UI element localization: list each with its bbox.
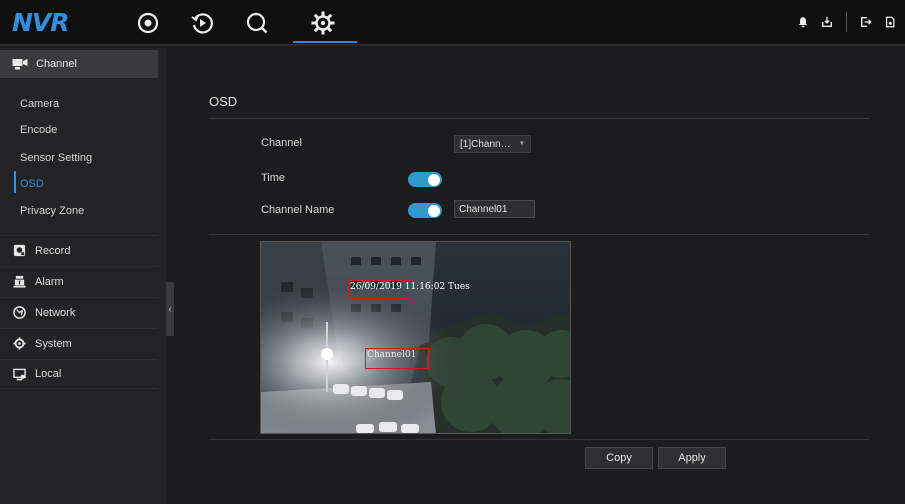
sidebar-item-osd[interactable]: OSD bbox=[20, 178, 44, 190]
channel-select[interactable]: [1]Chann… ▼ bbox=[454, 135, 531, 153]
sidebar: Channel Camera Encode Sensor Setting OSD… bbox=[0, 48, 166, 504]
system-gear-icon bbox=[12, 337, 26, 351]
active-tab-indicator bbox=[293, 41, 357, 43]
download-icon[interactable] bbox=[818, 10, 836, 34]
channel-name-toggle[interactable] bbox=[408, 203, 442, 218]
toolbar-divider bbox=[846, 12, 847, 32]
toolbar-right bbox=[794, 10, 899, 34]
sidebar-item-local[interactable]: Local bbox=[0, 359, 158, 389]
copy-button[interactable]: Copy bbox=[585, 447, 653, 469]
alarm-icon bbox=[12, 275, 26, 289]
sidebar-item-alarm[interactable]: Alarm bbox=[0, 266, 158, 296]
lock-screen-icon[interactable] bbox=[881, 10, 899, 34]
sidebar-item-camera[interactable]: Camera bbox=[20, 98, 59, 110]
sidebar-section-channel[interactable]: Channel bbox=[0, 50, 158, 78]
camera-channel-icon bbox=[12, 59, 28, 70]
main-panel: OSD Channel [1]Chann… ▼ Time Channel Nam… bbox=[174, 48, 905, 504]
menu-label: Network bbox=[35, 306, 76, 319]
toggle-knob bbox=[428, 204, 440, 217]
sidebar-item-record[interactable]: Record bbox=[0, 235, 158, 265]
section-divider bbox=[209, 234, 869, 235]
channel-select-value: [1]Chann… bbox=[460, 138, 511, 150]
night-scene-picture bbox=[261, 242, 570, 433]
record-icon bbox=[12, 244, 26, 258]
playback-icon[interactable] bbox=[185, 7, 219, 39]
apply-button[interactable]: Apply bbox=[658, 447, 726, 469]
top-bar: NVR bbox=[0, 0, 905, 46]
sidebar-item-privacy-zone[interactable]: Privacy Zone bbox=[20, 205, 84, 217]
search-icon[interactable] bbox=[240, 7, 274, 39]
sidebar-collapse-button[interactable]: ‹ bbox=[166, 282, 174, 336]
chevron-left-icon: ‹ bbox=[168, 303, 172, 315]
time-label: Time bbox=[261, 172, 286, 184]
settings-icon[interactable] bbox=[306, 7, 340, 39]
sidebar-item-sensor-setting[interactable]: Sensor Setting bbox=[20, 152, 92, 164]
menu-label: Local bbox=[35, 368, 62, 380]
network-icon bbox=[12, 306, 26, 320]
section-divider bbox=[209, 439, 869, 440]
title-divider bbox=[209, 118, 869, 119]
menu-label: Record bbox=[35, 244, 71, 257]
logout-icon[interactable] bbox=[857, 10, 875, 34]
channel-label: Channel bbox=[261, 137, 302, 149]
toggle-knob bbox=[428, 173, 440, 186]
page-title: OSD bbox=[209, 94, 238, 109]
live-view-icon[interactable] bbox=[131, 7, 165, 39]
sidebar-item-network[interactable]: Network bbox=[0, 297, 158, 327]
channel-name-label: Channel Name bbox=[261, 204, 335, 216]
channel-name-input[interactable]: Channel01 bbox=[454, 200, 535, 218]
osd-time-text: 26/09/2019 11:16:02 Tues bbox=[350, 282, 470, 292]
time-toggle[interactable] bbox=[408, 172, 442, 187]
dropdown-caret-icon: ▼ bbox=[519, 141, 525, 147]
sidebar-item-encode[interactable]: Encode bbox=[20, 124, 57, 136]
osd-preview-image[interactable]: 26/09/2019 11:16:02 Tues Channel01 bbox=[260, 241, 571, 434]
alarm-bell-icon[interactable] bbox=[794, 10, 812, 34]
menu-label: Alarm bbox=[35, 275, 64, 288]
sidebar-item-system[interactable]: System bbox=[0, 328, 158, 358]
menu-label: System bbox=[35, 337, 72, 350]
nvr-logo: NVR bbox=[12, 8, 70, 37]
osd-channel-name-text: Channel01 bbox=[367, 350, 417, 360]
local-monitor-icon bbox=[12, 367, 26, 381]
active-item-indicator bbox=[14, 171, 16, 193]
sidebar-section-label: Channel bbox=[36, 58, 77, 70]
